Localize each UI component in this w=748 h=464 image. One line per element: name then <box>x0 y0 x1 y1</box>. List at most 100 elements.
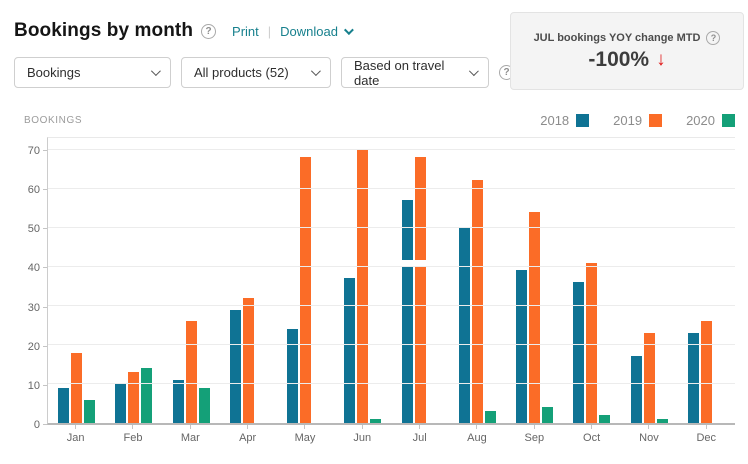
bar-2018-jun[interactable] <box>344 278 355 423</box>
chevron-down-icon <box>151 66 161 76</box>
x-axis-tick-label: Aug <box>448 432 505 444</box>
x-axis-tick-label: May <box>276 432 333 444</box>
bar-2018-apr[interactable] <box>230 310 241 424</box>
bar-2019-jan[interactable] <box>71 353 82 423</box>
download-button[interactable]: Download <box>280 24 351 39</box>
y-axis-tick-label: 40 <box>0 262 40 274</box>
date-basis-dropdown-value: Based on travel date <box>354 58 469 88</box>
bar-2018-nov[interactable] <box>631 356 642 423</box>
y-axis-labels: 010203040506070 <box>0 137 40 425</box>
bar-2018-jan[interactable] <box>58 388 69 423</box>
bar-2018-jul[interactable] <box>402 200 413 423</box>
bar-cluster <box>459 149 496 423</box>
grid-line <box>48 149 735 150</box>
title-help-icon[interactable]: ? <box>201 24 216 39</box>
page-title: Bookings by month <box>14 20 193 42</box>
x-axis-cell: Jul <box>391 425 448 444</box>
filter-bar: Bookings All products (52) Based on trav… <box>14 57 514 88</box>
bar-2018-dec[interactable] <box>688 333 699 423</box>
bar-group-sep <box>506 149 563 423</box>
products-dropdown[interactable]: All products (52) <box>181 57 331 88</box>
bar-2020-sep[interactable] <box>542 407 553 423</box>
x-axis-cell: Mar <box>162 425 219 444</box>
y-axis-tick-label: 60 <box>0 184 40 196</box>
x-axis-cell: Jan <box>47 425 104 444</box>
x-axis-tick-label: Jan <box>47 432 104 444</box>
y-axis-tick-label: 0 <box>0 419 40 431</box>
bar-2018-may[interactable] <box>287 329 298 423</box>
legend-swatch-2019 <box>649 114 662 127</box>
bar-2019-aug[interactable] <box>472 180 483 423</box>
bar-2020-aug[interactable] <box>485 411 496 423</box>
metric-dropdown[interactable]: Bookings <box>14 57 171 88</box>
bar-cluster <box>573 149 610 423</box>
yoy-value: -100% <box>588 48 649 72</box>
bar-2018-oct[interactable] <box>573 282 584 423</box>
bar-group-aug <box>449 149 506 423</box>
legend-item-2018[interactable]: 2018 <box>540 113 589 128</box>
date-basis-dropdown[interactable]: Based on travel date <box>341 57 489 88</box>
x-axis-cell: Sep <box>506 425 563 444</box>
print-button[interactable]: Print <box>232 24 259 39</box>
y-axis-tick <box>43 385 47 386</box>
legend-item-2020[interactable]: 2020 <box>686 113 735 128</box>
bar-2020-feb[interactable] <box>141 368 152 423</box>
bar-2019-dec[interactable] <box>701 321 712 423</box>
bar-2019-mar[interactable] <box>186 321 197 423</box>
plot-area <box>47 137 735 425</box>
bar-cluster <box>516 149 553 423</box>
x-axis-tick-label: Mar <box>162 432 219 444</box>
y-axis-tick <box>43 189 47 190</box>
bar-2018-sep[interactable] <box>516 270 527 423</box>
x-axis-tick <box>362 425 363 429</box>
chart-actions: Print | Download <box>232 24 351 39</box>
grid-line <box>48 383 735 384</box>
bar-group-dec <box>678 149 735 423</box>
bar-2019-sep[interactable] <box>529 212 540 423</box>
bar-2019-jun[interactable] <box>357 149 368 423</box>
bar-2019-oct[interactable] <box>586 263 597 423</box>
bar-cluster <box>173 149 210 423</box>
y-axis-tick-label: 10 <box>0 380 40 392</box>
bar-2018-mar[interactable] <box>173 380 184 423</box>
bar-2020-jan[interactable] <box>84 400 95 423</box>
bar-group-jun <box>334 149 391 423</box>
bar-2018-aug[interactable] <box>459 227 470 423</box>
bar-2020-nov[interactable] <box>657 419 668 423</box>
x-axis-tick <box>534 425 535 429</box>
y-axis-tick <box>43 228 47 229</box>
bar-2020-jun[interactable] <box>370 419 381 423</box>
bar-2020-oct[interactable] <box>599 415 610 423</box>
bar-2019-nov[interactable] <box>644 333 655 423</box>
x-axis-tick <box>591 425 592 429</box>
x-axis-tick-label: Sep <box>506 432 563 444</box>
legend-item-2019[interactable]: 2019 <box>613 113 662 128</box>
chart-title-row: Bookings by month ? Print | Download <box>14 20 351 42</box>
bar-cluster <box>58 149 95 423</box>
x-axis-tick-label: Oct <box>563 432 620 444</box>
bar-group-jul <box>392 149 449 423</box>
bar-2020-mar[interactable] <box>199 388 210 423</box>
bookings-chart: BOOKINGS 2018 2019 2020 010203040506070 … <box>0 104 748 444</box>
x-axis-cell: Jun <box>334 425 391 444</box>
bar-group-mar <box>163 149 220 423</box>
bar-cluster <box>230 149 267 423</box>
download-label: Download <box>280 24 338 39</box>
bar-2019-apr[interactable] <box>243 298 254 423</box>
x-axis-tick <box>419 425 420 429</box>
x-axis-labels: JanFebMarAprMayJunJulAugSepOctNovDec <box>47 425 735 444</box>
x-axis-cell: Oct <box>563 425 620 444</box>
bar-2019-feb[interactable] <box>128 372 139 423</box>
bar-cluster <box>631 149 668 423</box>
x-axis-cell: Nov <box>620 425 677 444</box>
bar-2018-feb[interactable] <box>115 384 126 423</box>
bar-break-marker <box>402 260 426 266</box>
bar-cluster <box>115 149 152 423</box>
yoy-help-icon[interactable]: ? <box>706 31 720 45</box>
x-axis-tick <box>247 425 248 429</box>
x-axis-cell: Feb <box>104 425 161 444</box>
y-axis-title: BOOKINGS <box>24 115 82 126</box>
x-axis-tick <box>75 425 76 429</box>
x-axis-cell: Dec <box>678 425 735 444</box>
y-axis-tick-label: 30 <box>0 302 40 314</box>
